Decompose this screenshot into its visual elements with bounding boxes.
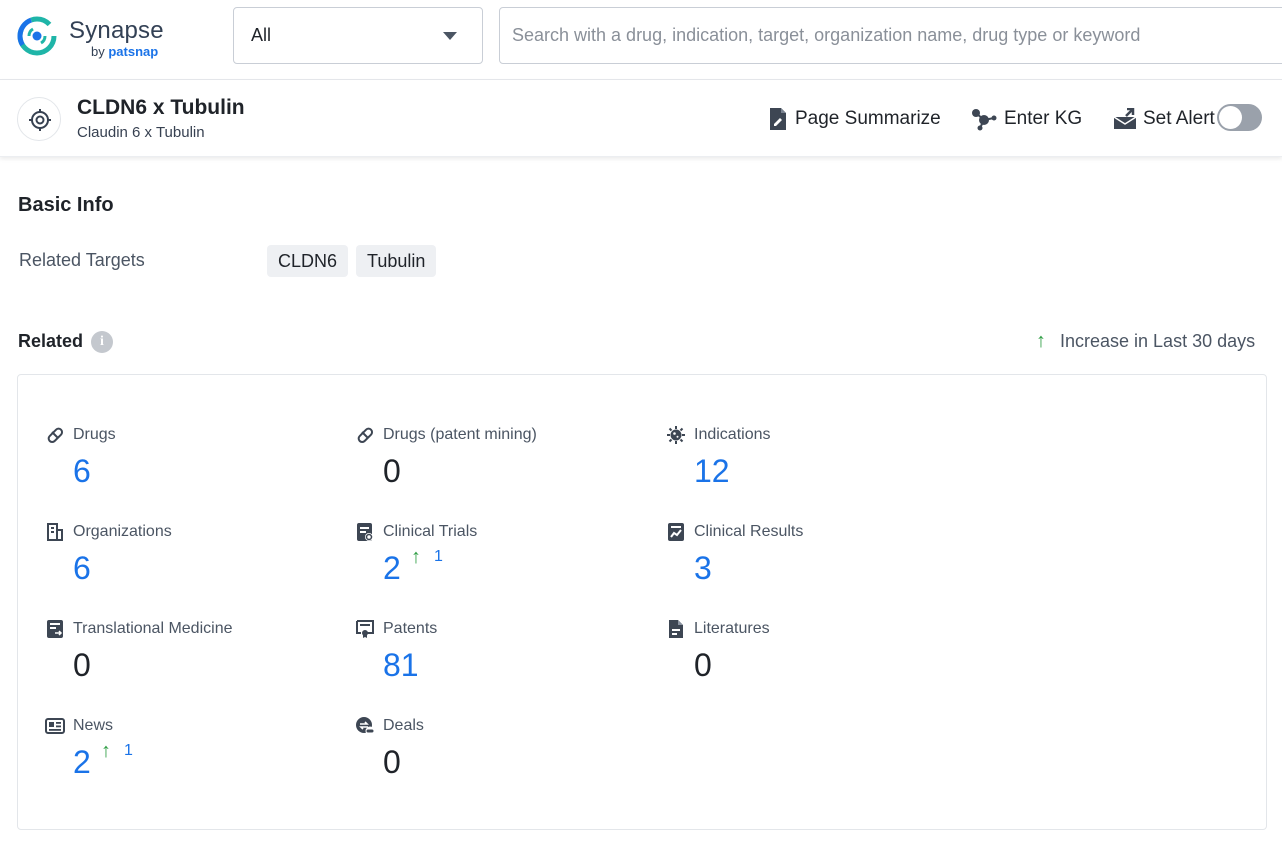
translational-medicine-icon bbox=[45, 619, 65, 639]
deals-icon bbox=[355, 716, 375, 736]
page-subtitle: Claudin 6 x Tubulin bbox=[77, 124, 205, 141]
basic-info-heading: Basic Info bbox=[18, 194, 114, 217]
stat-value[interactable]: 6 bbox=[73, 550, 91, 587]
alert-toggle[interactable] bbox=[1217, 104, 1262, 131]
stat-value: 0 bbox=[73, 647, 91, 684]
stat-label: Translational Medicine bbox=[73, 620, 232, 638]
stat-value[interactable]: 81 bbox=[383, 647, 419, 684]
page-summarize-button[interactable]: Page Summarize bbox=[767, 106, 941, 132]
stat-clinical-results: Clinical Results 3 bbox=[666, 520, 966, 610]
stat-label: Clinical Results bbox=[694, 523, 803, 541]
target-tag-tubulin[interactable]: Tubulin bbox=[356, 245, 436, 277]
enter-kg-button[interactable]: Enter KG bbox=[970, 106, 1082, 132]
stat-patents: Patents 81 bbox=[355, 617, 655, 707]
stat-value[interactable]: 6 bbox=[73, 453, 91, 490]
stat-label: News bbox=[73, 717, 113, 735]
stat-increase: 1 bbox=[124, 742, 133, 760]
stat-value[interactable]: 2 bbox=[73, 744, 91, 781]
virus-icon bbox=[666, 425, 686, 445]
stat-indications: Indications 12 bbox=[666, 423, 966, 513]
caret-down-icon bbox=[443, 32, 457, 40]
page-summarize-label: Page Summarize bbox=[795, 108, 941, 130]
target-tag-cldn6[interactable]: CLDN6 bbox=[267, 245, 348, 277]
brand-name: Synapse bbox=[69, 17, 164, 45]
set-alert-button[interactable]: Set Alert bbox=[1113, 106, 1215, 132]
stat-literatures: Literatures 0 bbox=[666, 617, 966, 707]
set-alert-label: Set Alert bbox=[1143, 108, 1215, 130]
stat-clinical-trials: Clinical Trials 2 ↑ 1 bbox=[355, 520, 655, 610]
document-edit-icon bbox=[767, 107, 789, 131]
pill-icon bbox=[45, 425, 65, 445]
stat-label: Patents bbox=[383, 620, 437, 638]
stat-news: News 2 ↑ 1 bbox=[45, 714, 345, 804]
stat-value: 0 bbox=[383, 744, 401, 781]
toggle-knob bbox=[1219, 106, 1242, 129]
top-bar: Synapse by patsnap All bbox=[0, 0, 1282, 80]
target-icon bbox=[17, 97, 61, 141]
literature-icon bbox=[666, 619, 686, 639]
synapse-logo[interactable]: Synapse by patsnap bbox=[16, 13, 216, 63]
search-box bbox=[499, 7, 1282, 64]
related-stats-card: Drugs 6 Drugs (patent mining) 0 Indicati… bbox=[17, 374, 1267, 830]
stat-label: Drugs (patent mining) bbox=[383, 426, 537, 444]
related-targets-label: Related Targets bbox=[19, 250, 145, 271]
stat-label: Clinical Trials bbox=[383, 523, 477, 541]
stat-value[interactable]: 3 bbox=[694, 550, 712, 587]
patent-icon bbox=[355, 619, 375, 639]
stat-organizations: Organizations 6 bbox=[45, 520, 345, 610]
stat-value[interactable]: 12 bbox=[694, 453, 730, 490]
entity-header: CLDN6 x Tubulin Claudin 6 x Tubulin Page… bbox=[0, 80, 1282, 157]
stat-label: Literatures bbox=[694, 620, 770, 638]
stat-deals: Deals 0 bbox=[355, 714, 655, 804]
stat-translational-medicine: Translational Medicine 0 bbox=[45, 617, 345, 707]
stat-label: Indications bbox=[694, 426, 771, 444]
search-scope-value: All bbox=[251, 25, 271, 46]
page-title: CLDN6 x Tubulin bbox=[77, 96, 245, 120]
search-input[interactable] bbox=[512, 8, 1282, 63]
stat-label: Organizations bbox=[73, 523, 172, 541]
stat-value[interactable]: 2 bbox=[383, 550, 401, 587]
synapse-logo-icon bbox=[16, 15, 58, 57]
brand-by-prefix: by bbox=[91, 44, 108, 59]
increase-legend: ↑ Increase in Last 30 days bbox=[1036, 330, 1255, 352]
stat-drugs-patent-mining: Drugs (patent mining) 0 bbox=[355, 423, 655, 513]
knowledge-graph-icon bbox=[970, 107, 998, 131]
news-icon bbox=[45, 716, 65, 736]
stat-increase: 1 bbox=[434, 548, 443, 566]
arrow-up-icon: ↑ bbox=[1036, 330, 1046, 353]
building-icon bbox=[45, 522, 65, 542]
clinical-results-icon bbox=[666, 522, 686, 542]
stat-drugs: Drugs 6 bbox=[45, 423, 345, 513]
info-icon[interactable]: i bbox=[91, 331, 113, 353]
alert-mail-icon bbox=[1113, 108, 1137, 130]
increase-legend-label: Increase in Last 30 days bbox=[1060, 331, 1255, 352]
clinical-trials-icon bbox=[355, 522, 375, 542]
search-scope-select[interactable]: All bbox=[233, 7, 483, 64]
stat-value: 0 bbox=[383, 453, 401, 490]
stat-label: Deals bbox=[383, 717, 424, 735]
stat-label: Drugs bbox=[73, 426, 116, 444]
stat-value: 0 bbox=[694, 647, 712, 684]
pill-icon bbox=[355, 425, 375, 445]
brand-byline: by patsnap bbox=[91, 44, 158, 59]
enter-kg-label: Enter KG bbox=[1004, 108, 1082, 130]
brand-by-name: patsnap bbox=[108, 44, 158, 59]
arrow-up-icon: ↑ bbox=[101, 740, 111, 763]
arrow-up-icon: ↑ bbox=[411, 546, 421, 569]
related-heading: Related bbox=[18, 331, 83, 352]
